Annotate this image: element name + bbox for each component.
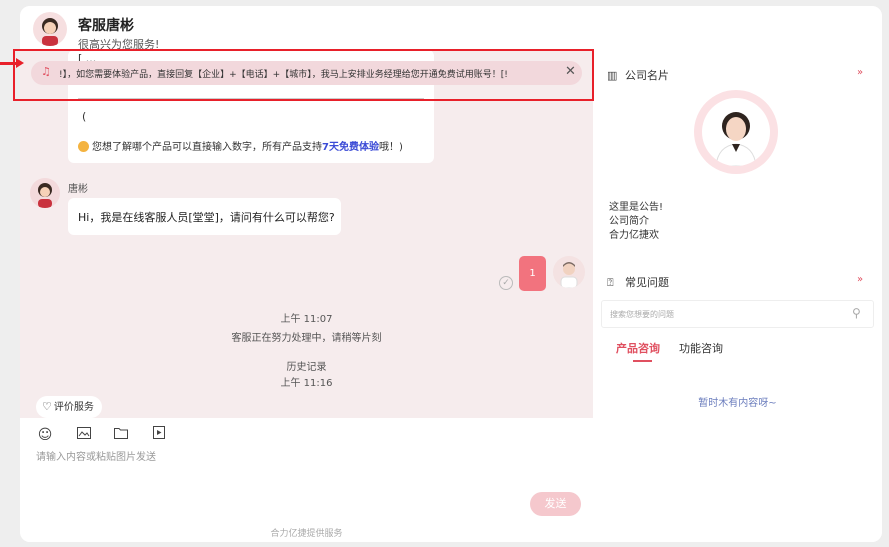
chat-header: 客服唐彬 很高兴为您服务! bbox=[20, 6, 593, 51]
card-paren: ( bbox=[82, 110, 87, 123]
search-icon[interactable]: ⚲ bbox=[852, 306, 861, 320]
agent-title: 客服唐彬 bbox=[78, 18, 134, 34]
send-button[interactable]: 发送 bbox=[530, 492, 581, 516]
empty-state: 暂时木有内容呀~ bbox=[698, 398, 777, 409]
card-line-suffix: 哦！) bbox=[378, 142, 403, 153]
faq-title: 常见问题 bbox=[625, 276, 669, 289]
input-area: ☺ 请输入内容或粘贴图片发送 发送 合力亿捷提供服务 bbox=[20, 418, 593, 542]
message-area[interactable]: [ ... ( 您想了解哪个产品可以直接输入数字，所有产品支持7天免费体验哦！)… bbox=[20, 50, 593, 418]
agent-greeting-bubble: Hi，我是在线客服人员[堂堂]，请问有什么可以帮您? bbox=[68, 198, 341, 235]
tab-function[interactable]: 功能咨询 bbox=[679, 340, 723, 356]
company-notice-2: 公司简介 bbox=[609, 216, 649, 227]
folder-icon[interactable] bbox=[112, 426, 130, 444]
video-icon[interactable] bbox=[150, 426, 168, 444]
tab-product[interactable]: 产品咨询 bbox=[616, 340, 660, 356]
my-message-bubble: 1 bbox=[519, 256, 546, 291]
company-avatar bbox=[694, 90, 778, 174]
system-status: 客服正在努力处理中，请稍等片刻 bbox=[231, 333, 382, 344]
chevron-down-icon[interactable]: » bbox=[857, 67, 863, 78]
rate-service-button[interactable]: ♡ 评价服务 bbox=[36, 396, 102, 418]
faq-search[interactable]: 搜索您想要的问题 ⚲ bbox=[601, 300, 874, 328]
heart-icon: ♡ bbox=[42, 400, 52, 413]
powered-by-footer: 合力亿捷提供服务 bbox=[270, 529, 343, 539]
system-time-2: 上午 11:16 bbox=[280, 378, 333, 389]
card-line-prefix: 您想了解哪个产品可以直接输入数字，所有产品支持 bbox=[92, 142, 322, 153]
faq-search-input[interactable]: 搜索您想要的问题 bbox=[610, 309, 674, 320]
card-hint-line: 您想了解哪个产品可以直接输入数字，所有产品支持7天免费体验哦！) bbox=[78, 138, 403, 153]
highlight-box bbox=[13, 49, 594, 101]
smile-emoji-icon bbox=[78, 141, 89, 152]
history-link[interactable]: 历史记录 bbox=[20, 358, 593, 373]
company-card-header[interactable]: ▥ 公司名片 bbox=[607, 67, 669, 83]
highlight-arrow bbox=[0, 58, 24, 68]
chevron-down-icon[interactable]: » bbox=[857, 274, 863, 285]
company-notice-1: 这里是公告! bbox=[609, 202, 664, 213]
image-icon[interactable] bbox=[75, 426, 93, 444]
rate-service-label: 评价服务 bbox=[53, 402, 94, 413]
message-input[interactable]: 请输入内容或粘贴图片发送 bbox=[36, 448, 156, 463]
company-notice-3: 合力亿捷欢 bbox=[609, 230, 659, 241]
agent-avatar bbox=[30, 178, 60, 208]
company-card-title: 公司名片 bbox=[625, 69, 669, 82]
agent-name: 唐彬 bbox=[68, 184, 88, 195]
info-sidebar: ▥ 公司名片 » 这里是公告! 公司简介 合力亿捷欢 ⍰ 常见问题 » 搜索您想要的… bbox=[593, 6, 882, 542]
check-icon: ✓ bbox=[499, 276, 513, 290]
active-tab-underline bbox=[633, 360, 652, 362]
user-avatar bbox=[553, 256, 585, 288]
question-icon: ⍰ bbox=[607, 276, 614, 289]
system-time-1: 上午 11:07 bbox=[280, 314, 333, 325]
emoji-icon[interactable]: ☺ bbox=[36, 426, 54, 444]
agent-avatar-header bbox=[33, 12, 67, 46]
agent-greeting-text: Hi，我是在线客服人员[堂堂]，请问有什么可以帮您? bbox=[78, 211, 335, 224]
faq-header[interactable]: ⍰ 常见问题 bbox=[607, 274, 669, 290]
free-trial-highlight: 7天免费体验 bbox=[322, 142, 379, 153]
building-icon: ▥ bbox=[607, 69, 618, 82]
